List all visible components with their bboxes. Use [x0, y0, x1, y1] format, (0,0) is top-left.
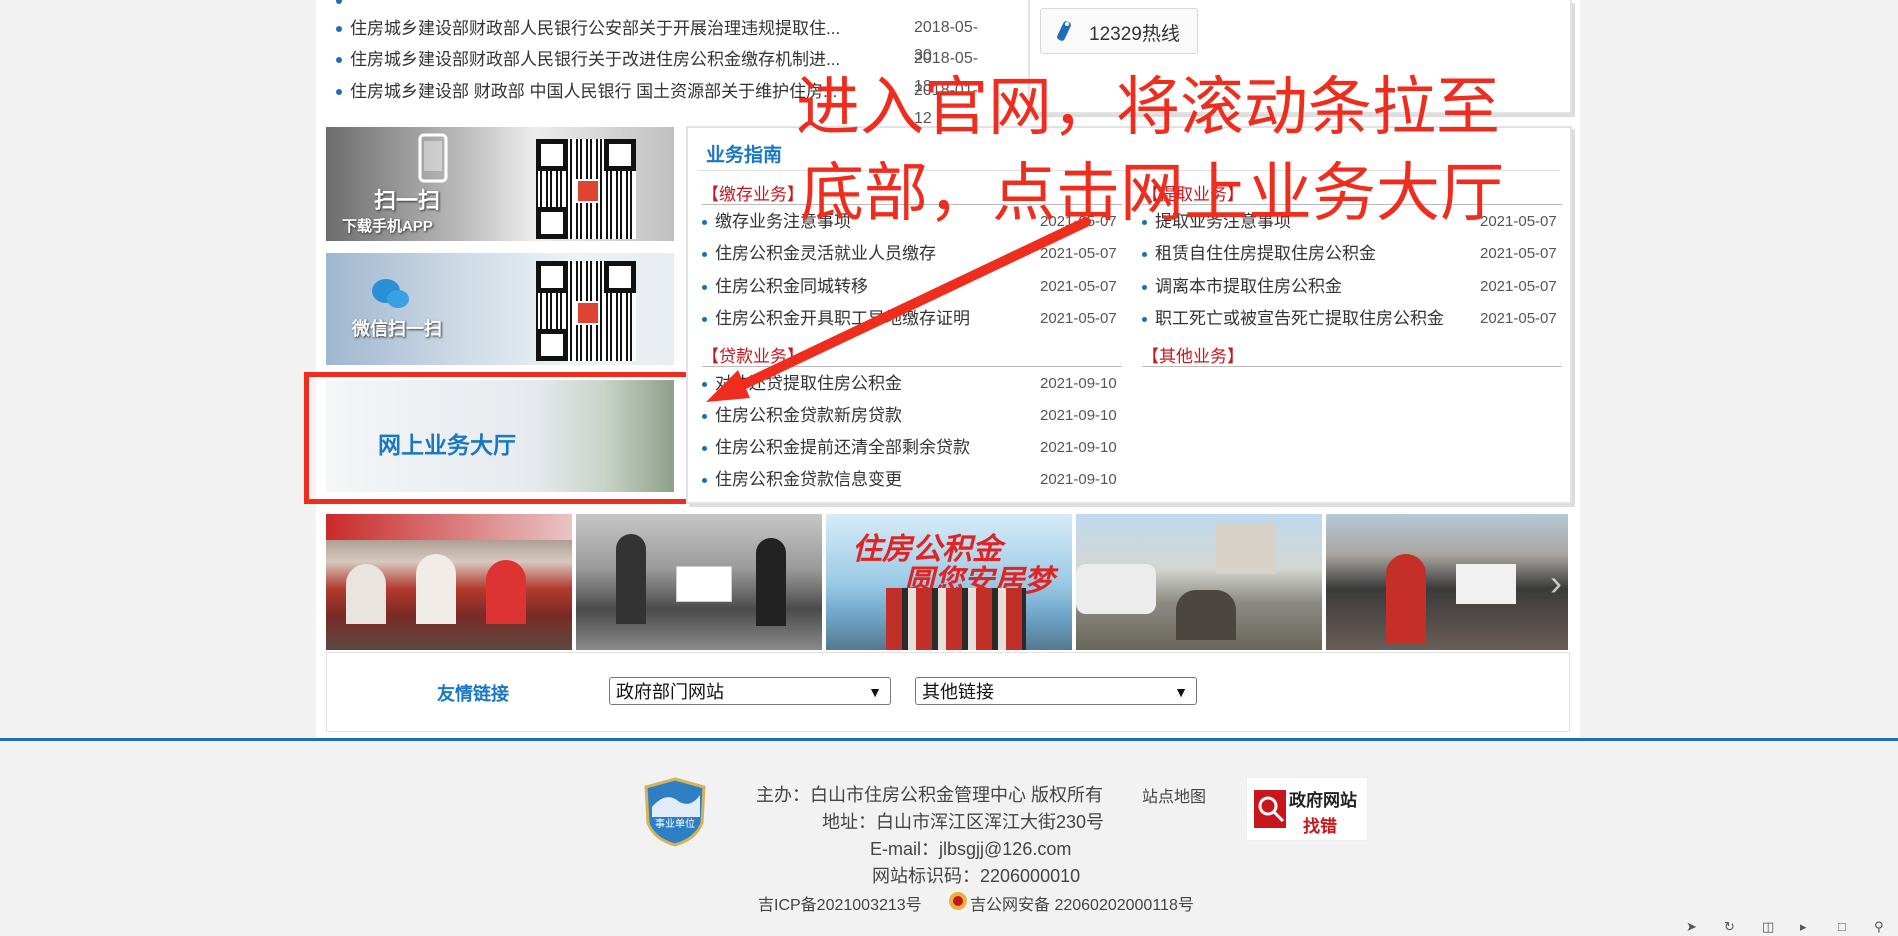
news-title[interactable]: 住房城乡建设部财政部人民银行公安部关于开展治理违规提取住...	[350, 15, 890, 43]
wechat-scan-label: 微信扫一扫	[352, 319, 442, 339]
list-item[interactable]: 住房公积金贷款信息变更	[702, 468, 902, 492]
qr-code-icon	[536, 261, 636, 361]
photo-5[interactable]: ›	[1326, 514, 1568, 650]
bullet-icon	[1142, 252, 1147, 258]
speaker-icon[interactable]: ▸	[1800, 919, 1807, 935]
footer-site-id: 网站标识码：2206000010	[872, 866, 1081, 886]
search-icon[interactable]: ⚲	[1874, 919, 1884, 935]
photo-1[interactable]	[326, 514, 572, 650]
chevron-right-icon[interactable]: ›	[1550, 562, 1562, 604]
annotation-line-2: 底部，点击网上业务大厅	[800, 157, 1504, 231]
chevron-down-icon: ▼	[1174, 684, 1188, 700]
phone-icon	[418, 133, 448, 183]
photo-carousel: 住房公积金 圆您安居梦 ›	[326, 514, 1568, 650]
list-item[interactable]: 职工死亡或被宣告死亡提取住房公积金	[1142, 307, 1444, 331]
window-icon[interactable]: □	[1838, 919, 1846, 934]
hotline-label: 12329热线	[1089, 24, 1180, 45]
bullet-icon	[702, 252, 707, 258]
other-links-select[interactable]: 其他链接 ▼	[915, 677, 1197, 705]
bullet-icon	[702, 446, 707, 452]
bullet-icon	[702, 478, 707, 484]
annotation-line-1: 进入官网，将滚动条拉至	[796, 71, 1500, 145]
bullet-icon	[1142, 285, 1147, 291]
category-loan[interactable]: 【贷款业务】	[702, 342, 804, 367]
bullet-icon	[1142, 317, 1147, 323]
phone-icon	[1057, 21, 1071, 41]
list-item[interactable]: 对冲还贷提取住房公积金	[702, 372, 902, 396]
item-date: 2021-05-07	[1480, 245, 1557, 262]
photo-2[interactable]	[576, 514, 822, 650]
item-date: 2021-09-10	[1040, 439, 1117, 456]
list-item[interactable]: 调离本市提取住房公积金	[1142, 275, 1342, 299]
hotline-button[interactable]: 12329热线	[1040, 8, 1198, 54]
gov-error-line1: 政府网站	[1289, 791, 1357, 810]
bullet-icon	[702, 317, 707, 323]
bullet-icon	[702, 220, 707, 226]
friendly-links-label: 友情链接	[437, 684, 509, 704]
list-item[interactable]	[336, 0, 890, 14]
category-deposit[interactable]: 【缴存业务】	[702, 180, 804, 205]
list-item[interactable]: 租赁自住住房提取住房公积金	[1142, 242, 1376, 266]
friendly-links-bar: 友情链接 政府部门网站 ▼ 其他链接 ▼	[326, 652, 1570, 732]
refresh-icon[interactable]: ↻	[1724, 919, 1735, 935]
divider	[702, 366, 1122, 367]
trash-icon[interactable]: ◫	[1762, 919, 1774, 935]
bullet-icon	[702, 382, 707, 388]
qr-code-icon	[536, 139, 636, 239]
divider	[1142, 366, 1562, 367]
institution-badge-icon[interactable]: 事业单位	[644, 777, 706, 847]
app-download-banner[interactable]: 扫一扫 下载手机APP	[326, 127, 674, 241]
rocket-icon[interactable]: ➤	[1686, 919, 1697, 935]
bullet-icon	[336, 88, 342, 95]
app-download-label: 下载手机APP	[342, 218, 433, 235]
gov-error-line2: 找错	[1303, 817, 1337, 836]
wechat-icon	[372, 279, 409, 308]
item-date: 2021-09-10	[1040, 471, 1117, 488]
item-date: 2021-05-07	[1480, 310, 1557, 327]
list-item[interactable]: 住房公积金灵活就业人员缴存	[702, 242, 936, 266]
police-badge-icon	[949, 892, 967, 910]
badge-text: 事业单位	[655, 817, 695, 830]
list-item[interactable]: 住房公积金提前还清全部剩余贷款	[702, 436, 970, 460]
bullet-icon	[336, 56, 342, 63]
item-date: 2021-09-10	[1040, 375, 1117, 392]
item-date: 2021-05-07	[1040, 245, 1117, 262]
highlight-box	[304, 372, 691, 504]
sitemap-link[interactable]: 站点地图	[1142, 783, 1206, 807]
footer: 事业单位 主办：白山市住房公积金管理中心 版权所有 站点地图 地址：白山市浑江区…	[0, 741, 1898, 919]
app-scan-label: 扫一扫	[374, 188, 441, 213]
item-date: 2021-05-07	[1040, 310, 1117, 327]
footer-sponsor: 主办：白山市住房公积金管理中心 版权所有	[756, 785, 1103, 805]
category-other[interactable]: 【其他业务】	[1142, 342, 1244, 367]
guide-title: 业务指南	[706, 145, 783, 166]
list-item[interactable]: 住房公积金同城转移	[702, 275, 868, 299]
list-item[interactable]: 住房城乡建设部财政部人民银行公安部关于开展治理违规提取住...	[336, 14, 890, 42]
bullet-icon	[702, 414, 707, 420]
chevron-down-icon: ▼	[868, 684, 882, 700]
item-date: 2021-05-07	[1040, 278, 1117, 295]
list-item[interactable]: 住房公积金开具职工异地缴存证明	[702, 307, 970, 331]
bullet-icon	[336, 25, 342, 32]
footer-address: 地址：白山市浑江区浑江大街230号	[822, 812, 1105, 832]
gov-site-error-button[interactable]: 政府网站 找错	[1246, 777, 1368, 841]
magnifier-icon	[1254, 790, 1286, 828]
police-record-link[interactable]: 吉公网安备 22060202000118号	[970, 891, 1194, 915]
bullet-icon	[336, 0, 342, 4]
gov-links-select[interactable]: 政府部门网站 ▼	[609, 677, 891, 705]
bullet-icon	[702, 285, 707, 291]
system-tray: ➤ ↻ ◫ ▸ □ ⚲	[0, 919, 1898, 936]
wechat-banner[interactable]: 微信扫一扫	[326, 253, 674, 365]
photo-4[interactable]	[1076, 514, 1322, 650]
footer-email: E-mail：jlbsgjj@126.com	[870, 839, 1072, 859]
item-date: 2021-05-07	[1480, 278, 1557, 295]
item-date: 2021-09-10	[1040, 407, 1117, 424]
photo-3[interactable]: 住房公积金 圆您安居梦	[826, 514, 1072, 650]
list-item[interactable]: 住房公积金贷款新房贷款	[702, 404, 902, 428]
icp-link[interactable]: 吉ICP备2021003213号	[758, 891, 922, 915]
